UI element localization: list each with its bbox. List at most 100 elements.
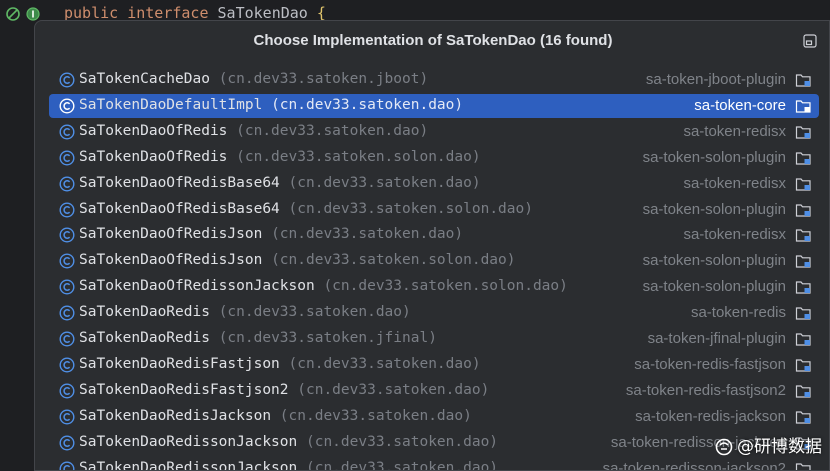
implementation-name: SaTokenDaoOfRedissonJackson (cn.dev33.sa…: [79, 278, 568, 294]
implementation-row[interactable]: SaTokenDaoRedisJackson (cn.dev33.satoken…: [49, 405, 819, 429]
module-folder-icon: [795, 307, 811, 320]
module-folder-icon: [795, 126, 811, 139]
watermark-text: @研博数据: [737, 437, 822, 457]
implementation-row[interactable]: SaTokenDaoOfRedisBase64 (cn.dev33.satoke…: [49, 198, 819, 222]
class-icon: [59, 150, 75, 166]
module-name: sa-token-solon-plugin: [642, 200, 786, 218]
module-name: sa-token-redis: [690, 304, 786, 322]
implementation-row[interactable]: SaTokenDaoOfRedisJson (cn.dev33.satoken.…: [49, 249, 819, 273]
class-icon: [59, 279, 75, 295]
class-icon: [59, 357, 75, 373]
module-name: sa-token-redisx: [683, 174, 786, 192]
class-name: SaTokenDaoRedisJackson: [79, 407, 272, 424]
class-icon: [59, 435, 75, 451]
module-name: sa-token-core: [694, 96, 786, 114]
class-name: SaTokenCacheDao: [79, 71, 210, 87]
class-icon: [59, 253, 75, 269]
implementation-name: SaTokenDaoOfRedisBase64 (cn.dev33.satoke…: [79, 175, 481, 191]
package-name: (cn.dev33.satoken.solon.dao): [288, 200, 533, 217]
package-name: (cn.dev33.satoken.jboot): [218, 71, 429, 87]
popup-title: Choose Implementation of SaTokenDao (16 …: [253, 32, 613, 49]
implementation-name: SaTokenDaoOfRedisBase64 (cn.dev33.satoke…: [79, 201, 533, 217]
implementation-row[interactable]: SaTokenDaoDefaultImpl (cn.dev33.satoken.…: [49, 93, 819, 118]
package-name: (cn.dev33.satoken.dao): [305, 433, 499, 450]
implementation-row[interactable]: SaTokenDaoOfRedis (cn.dev33.satoken.dao)…: [49, 120, 819, 144]
module-folder-icon: [795, 74, 811, 87]
module-name: sa-token-solon-plugin: [642, 148, 786, 166]
implementation-name: SaTokenDaoRedisFastjson (cn.dev33.satoke…: [79, 356, 481, 372]
module-name: sa-token-solon-plugin: [642, 252, 786, 270]
class-icon: [59, 461, 75, 470]
module-folder-icon: [795, 333, 811, 346]
implementation-name: SaTokenDaoOfRedisJson (cn.dev33.satoken.…: [79, 252, 516, 268]
class-icon: [59, 72, 75, 88]
implementation-row[interactable]: SaTokenDaoRedissonJackson (cn.dev33.sato…: [49, 457, 819, 470]
implementation-row[interactable]: SaTokenDaoRedis (cn.dev33.satoken.jfinal…: [49, 327, 819, 351]
popup-header: Choose Implementation of SaTokenDao (16 …: [35, 21, 829, 61]
implementation-name: SaTokenDaoRedissonJackson (cn.dev33.sato…: [79, 434, 498, 450]
package-name: (cn.dev33.satoken.solon.dao): [323, 278, 568, 295]
package-name: (cn.dev33.satoken.dao): [288, 174, 481, 191]
implementation-name: SaTokenDaoOfRedis (cn.dev33.satoken.dao): [79, 123, 428, 139]
module-folder-icon: [795, 385, 811, 398]
watermark: @研博数据: [715, 432, 822, 457]
class-name: SaTokenDaoOfRedis: [79, 122, 228, 139]
package-name: (cn.dev33.satoken.dao): [218, 304, 411, 321]
module-name: sa-token-redis-fastjson: [634, 355, 786, 373]
class-name: SaTokenDaoOfRedisBase64: [79, 174, 280, 191]
package-name: (cn.dev33.satoken.dao): [288, 355, 481, 372]
interface-gutter-icon[interactable]: [26, 7, 40, 21]
class-icon: [59, 176, 75, 192]
implementation-row[interactable]: SaTokenDaoOfRedisBase64 (cn.dev33.satoke…: [49, 172, 819, 196]
package-name: (cn.dev33.satoken.solon.dao): [271, 252, 516, 269]
implementation-row[interactable]: SaTokenDaoRedis (cn.dev33.satoken.dao) sa…: [49, 301, 819, 325]
open-in-find-window-icon[interactable]: [803, 34, 817, 48]
class-name: SaTokenDaoOfRedisBase64: [79, 200, 280, 217]
class-name: SaTokenDaoRedissonJackson: [79, 433, 298, 450]
class-name: SaTokenDaoDefaultImpl: [79, 96, 263, 113]
class-name: SaTokenDaoOfRedisJson: [79, 252, 263, 269]
module-folder-icon: [795, 411, 811, 424]
module-folder-icon: [795, 203, 811, 217]
implementation-name: SaTokenCacheDao (cn.dev33.satoken.jboot): [79, 71, 428, 87]
class-icon: [59, 409, 75, 425]
package-name: (cn.dev33.satoken.dao): [297, 381, 490, 398]
class-icon: [59, 201, 75, 218]
module-name: sa-token-redisx: [683, 226, 786, 244]
module-name: sa-token-redis-fastjson2: [625, 381, 786, 399]
implementation-name: SaTokenDaoRedis (cn.dev33.satoken.jfinal…: [79, 330, 437, 346]
class-icon: [59, 227, 75, 243]
package-name: (cn.dev33.satoken.solon.dao): [236, 148, 481, 165]
module-name: sa-token-redisx: [683, 122, 786, 140]
module-name: sa-token-jfinal-plugin: [647, 330, 786, 347]
choose-implementation-popup: Choose Implementation of SaTokenDao (16 …: [34, 20, 830, 471]
class-icon: [59, 124, 75, 140]
module-folder-icon: [795, 229, 811, 242]
module-name: sa-token-redis-jackson: [635, 407, 786, 425]
module-folder-icon: [795, 100, 811, 113]
class-name: SaTokenDaoRedisFastjson: [79, 355, 280, 372]
implementation-name: SaTokenDaoDefaultImpl (cn.dev33.satoken.…: [79, 97, 463, 113]
class-icon: [59, 383, 75, 399]
zhihu-logo-icon: [715, 438, 733, 456]
module-folder-icon: [795, 255, 811, 268]
package-name: (cn.dev33.satoken.dao): [279, 407, 472, 424]
implementation-row[interactable]: SaTokenCacheDao (cn.dev33.satoken.jboot)…: [49, 68, 819, 92]
implementation-row[interactable]: SaTokenDaoOfRedis (cn.dev33.satoken.solo…: [49, 146, 819, 170]
module-name: sa-token-solon-plugin: [642, 278, 786, 296]
package-name: (cn.dev33.satoken.jfinal): [218, 330, 437, 346]
module-folder-icon: [795, 177, 811, 191]
implementation-row[interactable]: SaTokenDaoRedisFastjson (cn.dev33.satoke…: [49, 353, 819, 377]
class-name: SaTokenDaoOfRedis: [79, 148, 228, 165]
class-icon: [59, 98, 75, 114]
implemented-by-gutter-icon[interactable]: [6, 7, 20, 21]
class-icon: [59, 305, 75, 321]
implementation-row[interactable]: SaTokenDaoOfRedissonJackson (cn.dev33.sa…: [49, 275, 819, 299]
implementation-row[interactable]: SaTokenDaoRedisFastjson2 (cn.dev33.satok…: [49, 379, 819, 403]
implementation-row[interactable]: SaTokenDaoRedissonJackson (cn.dev33.sato…: [49, 431, 819, 455]
implementation-row[interactable]: SaTokenDaoOfRedisJson (cn.dev33.satoken.…: [49, 223, 819, 247]
package-name: (cn.dev33.satoken.dao): [271, 96, 464, 113]
module-folder-icon: [795, 462, 811, 470]
class-name: SaTokenDaoRedisFastjson2: [79, 381, 289, 398]
class-name: SaTokenDaoRedis: [79, 330, 210, 346]
